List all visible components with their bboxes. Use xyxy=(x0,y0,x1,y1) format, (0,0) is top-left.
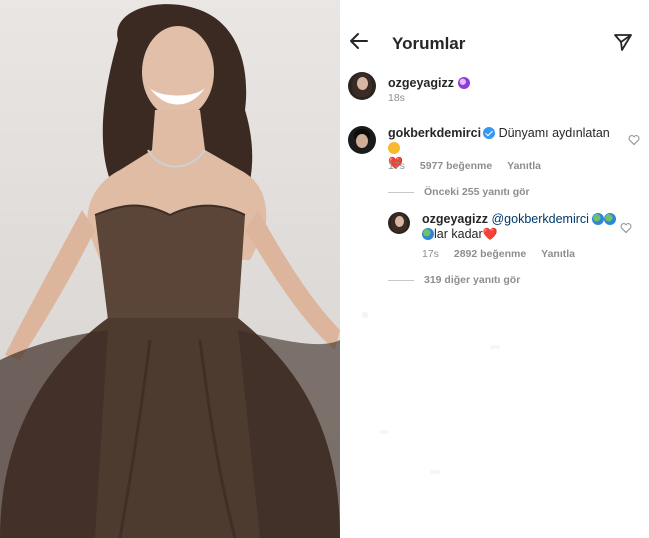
post-photo xyxy=(0,0,340,538)
faded-content xyxy=(380,430,388,434)
arrow-left-icon[interactable] xyxy=(348,30,370,52)
comment-time: 17s xyxy=(388,160,405,172)
faded-content xyxy=(362,312,368,318)
reply-text: lar kadar xyxy=(434,227,483,241)
globe-emoji-icon xyxy=(604,213,617,225)
verified-badge-icon xyxy=(483,127,496,139)
page-title: Yorumlar xyxy=(392,34,466,53)
reply-comment: ozgeyagizz @gokberkdemirci lar kadar❤️ 1… xyxy=(388,210,648,262)
caption-row: ozgeyagizz 18s xyxy=(348,72,648,112)
reply-likes[interactable]: 2892 beğenme xyxy=(454,248,526,260)
reply-time: 17s xyxy=(422,248,439,260)
faded-content xyxy=(490,345,500,349)
caption-time: 18s xyxy=(388,92,405,104)
avatar[interactable] xyxy=(388,212,410,234)
reply-button[interactable]: Yanıtla xyxy=(507,160,541,172)
heart-eyes-emoji-icon xyxy=(388,142,400,154)
reply-username[interactable]: ozgeyagizz xyxy=(422,212,488,226)
reply-button[interactable]: Yanıtla xyxy=(541,248,575,260)
avatar[interactable] xyxy=(348,126,376,154)
comment: gokberkdemirci Dünyamı aydınlatan ❤️ 17s… xyxy=(348,124,648,174)
woman-in-dress-image xyxy=(0,4,340,538)
comments-panel: Yorumlar ozgeyagizz 18s gokberkdemirci D… xyxy=(340,0,649,538)
comment-likes[interactable]: 5977 beğenme xyxy=(420,160,492,172)
globe-emoji-icon xyxy=(592,213,605,225)
faded-content xyxy=(430,470,440,474)
divider-line xyxy=(388,279,414,281)
globe-emoji-icon xyxy=(422,228,434,240)
like-heart-icon[interactable] xyxy=(628,134,640,146)
reply-heart-emoji: ❤️ xyxy=(482,227,498,241)
header: Yorumlar xyxy=(340,0,649,62)
caption-username[interactable]: ozgeyagizz xyxy=(388,76,454,90)
like-heart-icon[interactable] xyxy=(620,222,632,234)
crystal-ball-icon xyxy=(458,77,471,89)
comment-username[interactable]: gokberkdemirci xyxy=(388,126,481,140)
avatar[interactable] xyxy=(348,72,376,100)
paper-plane-icon[interactable] xyxy=(613,32,633,52)
view-more-label: 319 diğer yanıtı gör xyxy=(424,274,521,286)
view-previous-label: Önceki 255 yanıtı gör xyxy=(424,186,530,198)
view-previous-replies[interactable]: Önceki 255 yanıtı gör xyxy=(388,186,530,198)
view-more-replies[interactable]: 319 diğer yanıtı gör xyxy=(388,274,520,286)
comment-text: Dünyamı aydınlatan xyxy=(498,126,610,140)
reply-mention[interactable]: @gokberkdemirci xyxy=(491,212,588,226)
divider-line xyxy=(388,191,414,193)
